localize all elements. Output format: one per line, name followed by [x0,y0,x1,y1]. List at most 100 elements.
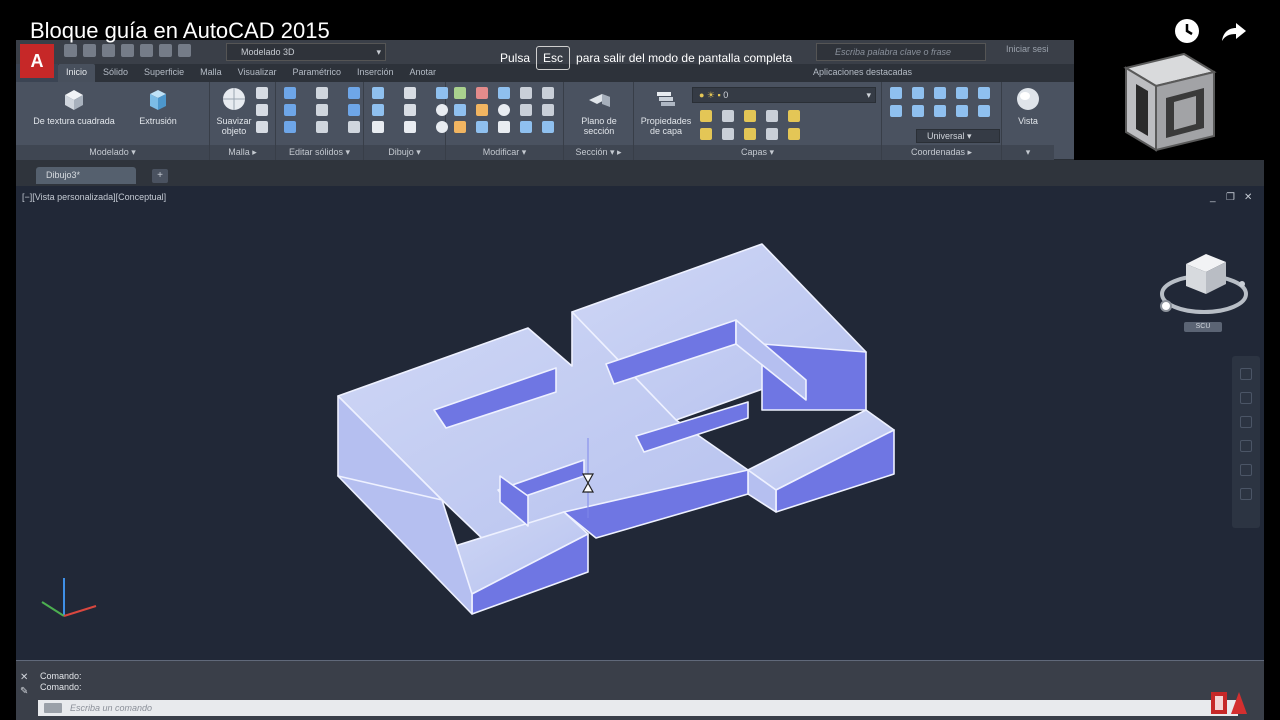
tab-solido[interactable]: Sólido [95,64,136,82]
3d-rotate-icon[interactable] [476,104,488,116]
panel-label-coordenadas[interactable]: Coordenadas ▸ [882,145,1001,160]
orbit-icon[interactable] [1240,440,1252,452]
view-button[interactable]: Vista [1008,86,1048,126]
panel-label-malla[interactable]: Malla ▸ [210,145,275,160]
share-icon[interactable] [1220,17,1248,45]
layer-properties-button[interactable]: Propiedades de capa [638,86,694,136]
redo-icon[interactable] [178,44,191,57]
smooth-object-button[interactable]: Suavizar objeto [214,86,254,136]
panel-label-vista[interactable]: ▾ [1002,145,1054,160]
navbar-menu-icon[interactable] [1240,488,1252,500]
drawing-viewport[interactable]: [−][Vista personalizada][Conceptual] _ ❐… [16,186,1264,660]
3d-move-icon[interactable] [476,87,488,99]
rectangle-icon[interactable] [404,121,416,133]
command-prompt-icon[interactable] [44,703,62,713]
application-menu-button[interactable]: A [20,44,54,78]
panel-label-seccion[interactable]: Sección ▾ ▸ [564,145,633,160]
quick-access-icons[interactable] [64,44,191,57]
polyline-icon[interactable] [372,87,384,99]
mirror-icon[interactable] [542,87,554,99]
extrude-faces-icon[interactable] [316,121,328,133]
fillet-edge-icon[interactable] [316,104,328,116]
offset-icon[interactable] [498,104,510,116]
layer-tool-icon[interactable] [700,128,712,140]
open-icon[interactable] [83,44,96,57]
current-layer-select[interactable]: ● ☀ ▪ 0 ▾ [692,87,876,103]
search-input[interactable]: Escriba palabra clave o frase [816,43,986,61]
tab-parametrico[interactable]: Paramétrico [284,64,349,82]
login-link[interactable]: Iniciar sesi [1006,44,1049,54]
thicken-icon[interactable] [348,104,360,116]
close-icon[interactable]: ✕ [20,671,28,685]
layer-tool-icon[interactable] [700,110,712,122]
new-icon[interactable] [64,44,77,57]
ucs-icon[interactable] [956,105,968,117]
ucs-select[interactable]: Universal ▾ [916,129,1000,143]
pan-icon[interactable] [1240,392,1252,404]
extrude-button[interactable]: Extrusión [130,86,186,126]
erase-icon[interactable] [498,121,510,133]
point-icon[interactable] [404,87,416,99]
polygon-icon[interactable] [372,121,384,133]
showmotion-icon[interactable] [1240,464,1252,476]
layer-tool-icon[interactable] [766,110,778,122]
ucs-icon[interactable] [890,105,902,117]
workspace-select[interactable]: Modelado 3D ▾ [226,43,386,61]
wcs-menu-button[interactable]: SCU [1184,322,1222,332]
layer-tool-icon[interactable] [744,110,756,122]
intersect-icon[interactable] [284,121,296,133]
ucs-icon[interactable] [978,105,990,117]
shell-icon[interactable] [348,121,360,133]
steering-wheel-icon[interactable] [1240,368,1252,380]
save-icon[interactable] [102,44,115,57]
move-icon[interactable] [454,87,466,99]
panel-label-modificar[interactable]: Modificar ▾ [446,145,563,160]
panel-label-dibujo[interactable]: Dibujo ▾ [364,145,445,160]
modify-tools[interactable] [454,87,554,133]
trim-icon[interactable] [454,121,466,133]
layer-tools[interactable] [700,110,800,140]
tab-inicio[interactable]: Inicio [58,64,96,82]
copy-icon[interactable] [454,104,466,116]
plot-icon[interactable] [140,44,153,57]
ucs-icon[interactable] [978,87,990,99]
watch-later-icon[interactable] [1173,17,1201,45]
layer-tool-icon[interactable] [744,128,756,140]
scale-icon[interactable] [542,104,554,116]
array-icon[interactable] [476,121,488,133]
align-icon[interactable] [520,87,532,99]
mesh-tool-icon[interactable] [256,104,268,116]
ucs-icon[interactable] [912,87,924,99]
ucs-icon[interactable] [890,87,902,99]
zoom-icon[interactable] [1240,416,1252,428]
ucs-icon[interactable] [934,87,946,99]
box-button[interactable]: De textura cuadrada [24,86,124,126]
tab-superficie[interactable]: Superficie [136,64,192,82]
ucs-tools[interactable] [890,87,990,117]
explode-icon[interactable] [520,121,532,133]
layer-tool-icon[interactable] [788,128,800,140]
slice-icon[interactable] [316,87,328,99]
spline-icon[interactable] [372,104,384,116]
stretch-icon[interactable] [520,104,532,116]
new-tab-button[interactable]: + [152,169,168,183]
line-icon[interactable] [404,104,416,116]
rotate-icon[interactable] [498,87,510,99]
mesh-tool-icon[interactable] [256,87,268,99]
malla-tools[interactable] [256,87,268,133]
command-line-controls[interactable]: ✕ ✎ [20,671,28,699]
tab-anotar[interactable]: Anotar [402,64,445,82]
union-icon[interactable] [284,87,296,99]
file-tab-dibujo3[interactable]: Dibujo3* [36,167,136,184]
layer-tool-icon[interactable] [722,128,734,140]
undo-icon[interactable] [159,44,172,57]
layer-tool-icon[interactable] [766,128,778,140]
panel-label-capas[interactable]: Capas ▾ [634,145,881,160]
tab-aplicaciones-destacadas[interactable]: Aplicaciones destacadas [813,67,912,77]
viewcube-icon[interactable] [1156,232,1252,328]
solid-edit-tools[interactable] [284,87,374,133]
mesh-tool-icon[interactable] [256,121,268,133]
panel-label-modelado[interactable]: Modelado ▾ [16,145,209,160]
command-input[interactable]: Escriba un comando [38,700,1238,716]
tab-insercion[interactable]: Inserción [349,64,402,82]
